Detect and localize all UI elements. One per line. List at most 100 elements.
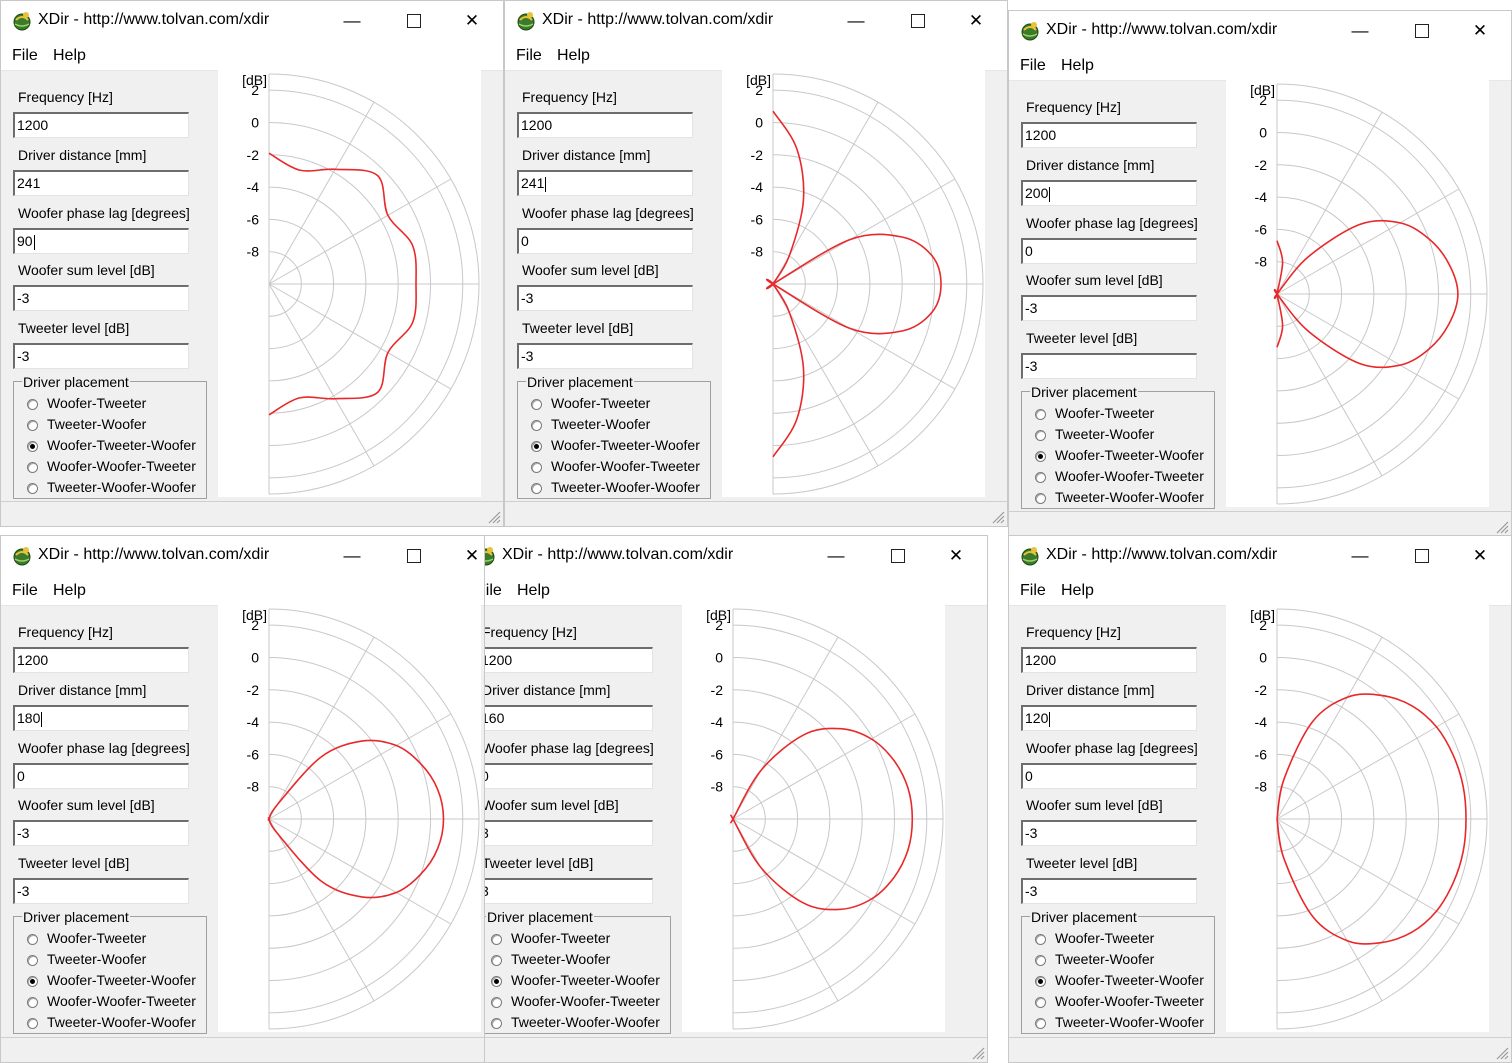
resize-grip-icon[interactable]: [1493, 518, 1509, 534]
maximize-button[interactable]: [391, 540, 437, 572]
placement-option[interactable]: Woofer-Tweeter-Woofer: [47, 437, 196, 453]
placement-radio[interactable]: [27, 399, 38, 410]
placement-radio[interactable]: [1035, 430, 1046, 441]
placement-option[interactable]: Woofer-Tweeter: [551, 395, 650, 411]
maximize-button[interactable]: [895, 5, 941, 37]
menu-help[interactable]: Help: [53, 47, 86, 65]
placement-radio[interactable]: [531, 420, 542, 431]
placement-radio[interactable]: [1035, 472, 1046, 483]
placement-option[interactable]: Woofer-Woofer-Tweeter: [511, 993, 660, 1009]
woofer-level-field[interactable]: -3: [13, 285, 189, 311]
placement-option[interactable]: Tweeter-Woofer: [551, 416, 650, 432]
maximize-button[interactable]: [1399, 15, 1445, 47]
placement-radio[interactable]: [27, 420, 38, 431]
menu-file[interactable]: File: [12, 47, 38, 65]
placement-radio[interactable]: [27, 483, 38, 494]
placement-radio[interactable]: [531, 399, 542, 410]
placement-radio[interactable]: [1035, 955, 1046, 966]
placement-option[interactable]: Woofer-Tweeter: [1055, 930, 1154, 946]
menu-help[interactable]: Help: [53, 582, 86, 600]
placement-option[interactable]: Tweeter-Woofer: [1055, 426, 1154, 442]
frequency-field[interactable]: 1200: [13, 647, 189, 673]
placement-option[interactable]: Tweeter-Woofer-Woofer: [1055, 1014, 1204, 1030]
menu-file[interactable]: File: [1020, 57, 1046, 75]
placement-option[interactable]: Woofer-Woofer-Tweeter: [47, 458, 196, 474]
menu-file[interactable]: File: [516, 47, 542, 65]
frequency-field[interactable]: 1200: [13, 112, 189, 138]
phase-field[interactable]: 0: [1021, 763, 1197, 789]
woofer-level-field[interactable]: -3: [1021, 295, 1197, 321]
distance-field[interactable]: 200: [1021, 180, 1197, 206]
placement-radio[interactable]: [531, 483, 542, 494]
distance-field[interactable]: 160: [485, 705, 653, 731]
resize-grip-icon[interactable]: [989, 508, 1005, 524]
distance-field[interactable]: 241: [517, 170, 693, 196]
placement-option[interactable]: Woofer-Woofer-Tweeter: [1055, 468, 1204, 484]
placement-radio[interactable]: [491, 955, 502, 966]
title-bar[interactable]: XDir - http://www.tolvan.com/xdir — ✕: [505, 1, 1007, 41]
placement-option[interactable]: Woofer-Woofer-Tweeter: [551, 458, 700, 474]
placement-option[interactable]: Woofer-Woofer-Tweeter: [47, 993, 196, 1009]
woofer-level-field[interactable]: -3: [13, 820, 189, 846]
placement-option[interactable]: Woofer-Tweeter-Woofer: [47, 972, 196, 988]
close-button[interactable]: ✕: [449, 5, 495, 37]
placement-radio[interactable]: [27, 976, 38, 987]
title-bar[interactable]: XDir - http://www.tolvan.com/xdir — ✕: [1, 1, 503, 41]
distance-field[interactable]: 180: [13, 705, 189, 731]
distance-field[interactable]: 120: [1021, 705, 1197, 731]
menu-help[interactable]: Help: [557, 47, 590, 65]
placement-option[interactable]: Woofer-Tweeter-Woofer: [1055, 972, 1204, 988]
placement-option[interactable]: Woofer-Tweeter-Woofer: [551, 437, 700, 453]
placement-radio[interactable]: [1035, 997, 1046, 1008]
frequency-field[interactable]: 1200: [485, 647, 653, 673]
tweeter-level-field[interactable]: 3: [485, 878, 653, 904]
woofer-level-field[interactable]: -3: [1021, 820, 1197, 846]
placement-radio[interactable]: [27, 1018, 38, 1029]
frequency-field[interactable]: 1200: [1021, 647, 1197, 673]
placement-radio[interactable]: [1035, 409, 1046, 420]
menu-help[interactable]: Help: [1061, 57, 1094, 75]
placement-option[interactable]: Woofer-Tweeter: [511, 930, 610, 946]
placement-option[interactable]: Tweeter-Woofer: [511, 951, 610, 967]
placement-radio[interactable]: [491, 997, 502, 1008]
placement-option[interactable]: Woofer-Tweeter: [1055, 405, 1154, 421]
placement-radio[interactable]: [531, 441, 542, 452]
placement-radio[interactable]: [1035, 1018, 1046, 1029]
tweeter-level-field[interactable]: -3: [517, 343, 693, 369]
resize-grip-icon[interactable]: [485, 508, 501, 524]
close-button[interactable]: ✕: [933, 540, 979, 572]
placement-option[interactable]: Tweeter-Woofer-Woofer: [511, 1014, 660, 1030]
placement-option[interactable]: Woofer-Tweeter: [47, 930, 146, 946]
close-button[interactable]: ✕: [1457, 15, 1503, 47]
minimize-button[interactable]: —: [833, 5, 879, 37]
menu-file[interactable]: File: [12, 582, 38, 600]
phase-field[interactable]: 0: [1021, 238, 1197, 264]
tweeter-level-field[interactable]: -3: [13, 878, 189, 904]
placement-radio[interactable]: [1035, 493, 1046, 504]
maximize-button[interactable]: [1399, 540, 1445, 572]
frequency-field[interactable]: 1200: [1021, 122, 1197, 148]
phase-field[interactable]: 0: [13, 763, 189, 789]
placement-radio[interactable]: [531, 462, 542, 473]
placement-option[interactable]: Tweeter-Woofer-Woofer: [47, 479, 196, 495]
placement-option[interactable]: Woofer-Woofer-Tweeter: [1055, 993, 1204, 1009]
placement-option[interactable]: Woofer-Tweeter: [47, 395, 146, 411]
tweeter-level-field[interactable]: -3: [13, 343, 189, 369]
maximize-button[interactable]: [875, 540, 921, 572]
minimize-button[interactable]: —: [329, 5, 375, 37]
placement-option[interactable]: Tweeter-Woofer-Woofer: [1055, 489, 1204, 505]
placement-radio[interactable]: [491, 976, 502, 987]
menu-file[interactable]: File: [485, 582, 502, 600]
placement-radio[interactable]: [1035, 934, 1046, 945]
placement-radio[interactable]: [1035, 451, 1046, 462]
placement-option[interactable]: Tweeter-Woofer-Woofer: [47, 1014, 196, 1030]
resize-grip-icon[interactable]: [1493, 1044, 1509, 1060]
placement-radio[interactable]: [27, 955, 38, 966]
close-button[interactable]: ✕: [1457, 540, 1503, 572]
placement-radio[interactable]: [27, 462, 38, 473]
placement-radio[interactable]: [491, 1018, 502, 1029]
title-bar[interactable]: XDir - http://www.tolvan.com/xdir — ✕: [485, 536, 987, 576]
minimize-button[interactable]: —: [329, 540, 375, 572]
title-bar[interactable]: XDir - http://www.tolvan.com/xdir — ✕: [1009, 11, 1511, 51]
title-bar[interactable]: XDir - http://www.tolvan.com/xdir — ✕: [1, 536, 503, 576]
